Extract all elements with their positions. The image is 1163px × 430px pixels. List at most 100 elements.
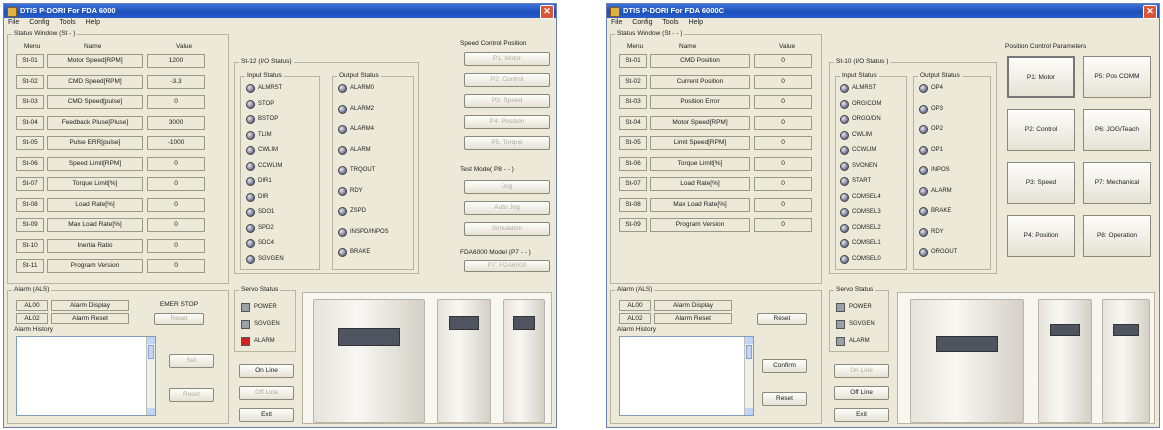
menu-file[interactable]: File [611,19,622,26]
param-button[interactable]: P2: Control [1007,109,1075,151]
speed-control-label: Speed Control Position [460,40,527,47]
status-row-name: Load Rate[%] [47,197,143,212]
output-status-led-icon [919,84,928,93]
drive-image-large [910,299,1024,423]
param-button[interactable]: P7: Mechanical [1083,162,1151,204]
status-row-menu: St-10 [16,238,44,253]
menu-tools[interactable]: Tools [662,19,678,26]
param-button[interactable]: P5: Pos COMM [1083,56,1151,98]
status-row-value: -3.3 [147,74,205,89]
close-icon[interactable]: ✕ [1143,5,1157,19]
test-mode-button[interactable]: Auto Jog [464,201,550,215]
output-status-led-icon [919,207,928,216]
menu-tools[interactable]: Tools [59,19,75,26]
alarm-history-list[interactable] [619,336,754,416]
servo-power-indicator [836,303,845,312]
alarm-reset-button[interactable]: Reset [154,313,204,325]
drive-image-small [1102,299,1150,423]
exit-button[interactable]: Exit [834,408,889,422]
test-mode-button[interactable]: Simulation [464,222,550,236]
menu-help[interactable]: Help [86,19,100,26]
menu-config[interactable]: Config [632,19,652,26]
left-title-bar[interactable]: DTIS P-DORI For FDA 6000 ✕ [4,4,556,19]
input-status-label: SPD2 [258,224,274,231]
scroll-thumb[interactable] [746,345,752,359]
online-button[interactable]: On Line [239,364,294,378]
status-row-value: 0 [754,136,812,150]
status-row-menu: St-02 [16,74,44,89]
alarm-confirm-button[interactable]: Confirm [762,359,807,373]
input-status-led-icon [840,130,849,140]
input-status-led-icon [840,99,849,109]
input-status-led-icon [246,99,255,109]
offline-button[interactable]: Off Line [239,386,294,400]
output-status-label: INPOS [931,167,950,173]
p7-fda6000-button[interactable]: P7: FDA6000 [464,260,550,272]
status-row-value: 0 [147,156,205,171]
input-status-led-icon [246,161,255,171]
param-button[interactable]: P8: Operation [1083,215,1151,257]
input-status-label: COMSEL1 [852,240,881,246]
output-status-label: Output Status [918,72,962,79]
output-status-led-icon [919,125,928,134]
output-status-label: RDY [350,187,363,194]
servo-power-label: POWER [254,304,277,310]
output-status-label: BRAKE [350,249,371,255]
param-button[interactable]: P6: JOG/Teach [1083,109,1151,151]
output-status-label: ALARM [931,187,952,194]
alarm-reset-button[interactable]: Reset [757,313,807,325]
alarm-history-scrollbar[interactable] [146,337,155,415]
servo-alarm-label: ALARM [254,338,275,344]
menu-help[interactable]: Help [689,19,703,26]
servo-sgvgen-indicator [241,320,250,329]
scroll-down-arrow[interactable] [147,408,155,415]
speed-control-button[interactable]: P3: Speed [464,94,550,108]
input-status-label: TLIM [258,131,272,138]
alarm-history-reset-button[interactable]: Reset [762,392,807,406]
alarm-set-button[interactable]: Set [169,354,214,368]
param-button[interactable]: P1: Motor [1007,56,1075,98]
scroll-down-arrow[interactable] [745,408,753,415]
status-row-menu: St-01 [619,54,647,68]
left-drive-image-panel [302,292,552,424]
input-status-label: CWLIM [852,131,872,138]
drive-image-medium [437,299,491,423]
scroll-thumb[interactable] [148,345,154,359]
alarm-history-reset-button[interactable]: Reset [169,388,214,402]
input-status-label: DIR1 [258,178,272,184]
scroll-up-arrow[interactable] [745,337,753,344]
menu-config[interactable]: Config [29,19,49,26]
output-status-label: OP4 [931,85,944,91]
status-row-value: 0 [754,115,812,130]
right-title-bar[interactable]: DTIS P-DORI For FDA 6000C ✕ [607,4,1159,19]
input-status-label: ALMRST [852,85,877,91]
status-row-name: Max Load Rate[%] [650,197,750,212]
test-mode-button[interactable]: Jog [464,180,550,194]
param-button[interactable]: P3: Speed [1007,162,1075,204]
speed-control-button[interactable]: P1: Motor [464,52,550,66]
output-status-led-icon [919,145,928,155]
alarm-history-list[interactable] [16,336,156,416]
input-status-label: COMSEL3 [852,209,881,215]
speed-control-button[interactable]: P2: Control [464,73,550,87]
col-value-header: Value [779,43,796,50]
speed-control-button[interactable]: P5: Torque [464,136,550,150]
col-menu-header: Menu [24,43,41,50]
status-row-name: Max Load Rate[%] [47,218,143,232]
menu-file[interactable]: File [8,19,19,26]
offline-button[interactable]: Off Line [834,386,889,400]
scroll-up-arrow[interactable] [147,337,155,344]
alarm-code-al02: AL02 [16,313,48,324]
exit-button[interactable]: Exit [239,408,294,422]
online-button[interactable]: On Line [834,364,889,378]
param-button[interactable]: P4: Position [1007,215,1075,257]
alarm-code-al00: AL00 [16,300,48,311]
close-icon[interactable]: ✕ [540,5,554,19]
output-status-led-icon [338,84,347,93]
position-control-params-label: Position Control Parameters [1005,43,1087,50]
alarm-history-scrollbar[interactable] [744,337,753,415]
alarm-reset-name: Alarm Reset [51,313,129,324]
output-status-led-icon [338,248,347,257]
status-row-name: Program Version [650,218,750,232]
speed-control-button[interactable]: P4: Position [464,115,550,129]
